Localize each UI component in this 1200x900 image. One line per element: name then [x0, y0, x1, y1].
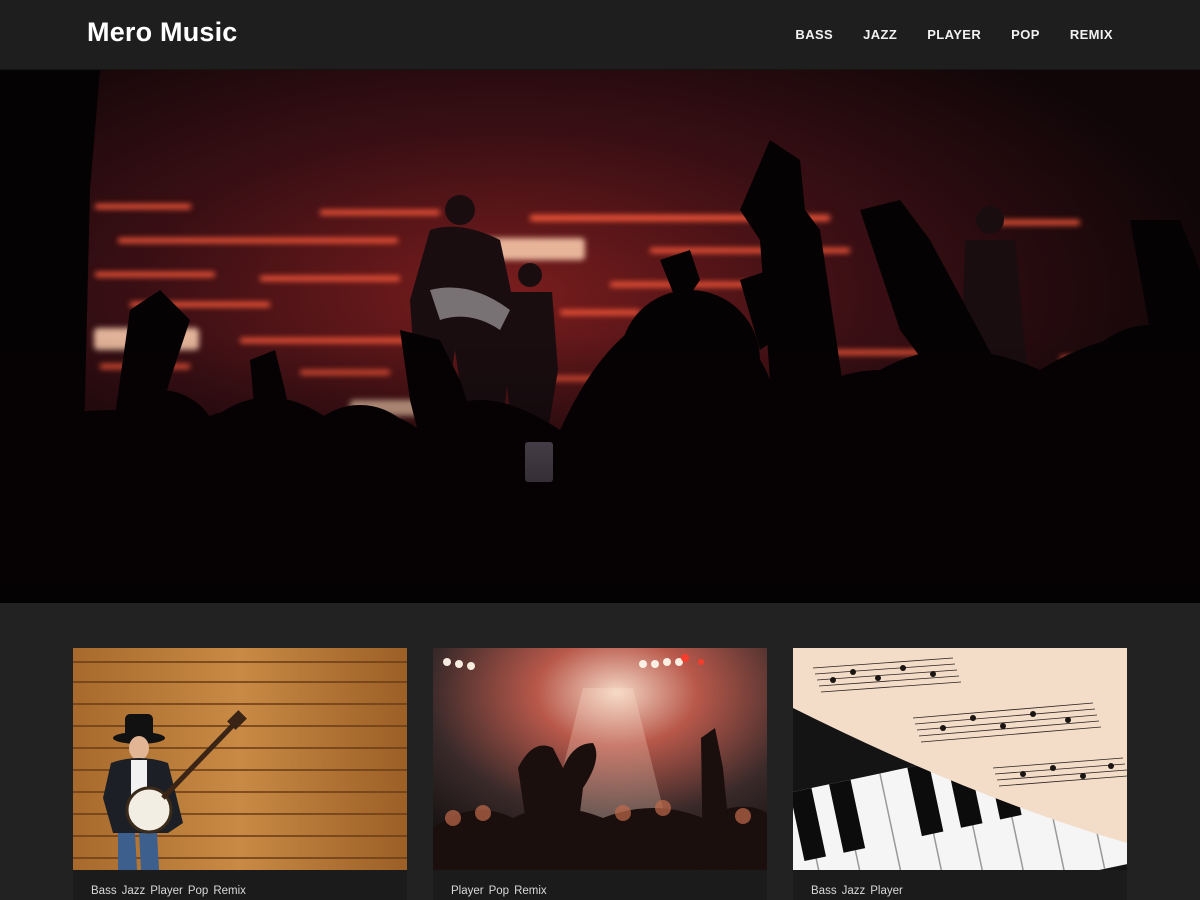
tag-link[interactable]: Pop: [188, 885, 208, 897]
concert-crowd-illustration: [0, 70, 1200, 603]
tag-link[interactable]: Bass: [91, 885, 117, 897]
tag-link[interactable]: Remix: [514, 885, 547, 897]
site-header: Mero Music BASS JAZZ PLAYER POP REMIX: [0, 0, 1200, 70]
piano-sheet-music-illustration: [793, 648, 1127, 870]
post-card-2[interactable]: Player Pop Remix: [433, 648, 767, 900]
tag-link[interactable]: Pop: [489, 885, 509, 897]
post-thumbnail[interactable]: [73, 648, 407, 870]
nav-item-bass[interactable]: BASS: [795, 27, 833, 42]
tag-link[interactable]: Player: [451, 885, 484, 897]
hero-image: [0, 70, 1200, 603]
main-nav: BASS JAZZ PLAYER POP REMIX: [795, 27, 1113, 42]
tag-link[interactable]: Jazz: [842, 885, 866, 897]
post-tags: Player Pop Remix: [451, 885, 552, 897]
banjo-player-illustration: [73, 648, 407, 870]
nav-item-remix[interactable]: REMIX: [1070, 27, 1113, 42]
post-grid: Bass Jazz Player Pop Remix Player Pop Re…: [73, 648, 1127, 900]
tag-link[interactable]: Player: [870, 885, 903, 897]
tag-link[interactable]: Player: [150, 885, 183, 897]
post-thumbnail[interactable]: [793, 648, 1127, 870]
post-tags: Bass Jazz Player: [811, 885, 908, 897]
post-thumbnail[interactable]: [433, 648, 767, 870]
tag-link[interactable]: Remix: [213, 885, 246, 897]
post-tags: Bass Jazz Player Pop Remix: [91, 885, 251, 897]
post-card-1[interactable]: Bass Jazz Player Pop Remix: [73, 648, 407, 900]
tag-link[interactable]: Bass: [811, 885, 837, 897]
tag-link[interactable]: Jazz: [122, 885, 146, 897]
nav-item-jazz[interactable]: JAZZ: [863, 27, 897, 42]
nav-item-player[interactable]: PLAYER: [927, 27, 981, 42]
post-card-3[interactable]: Bass Jazz Player: [793, 648, 1127, 900]
concert-hearts-illustration: [433, 648, 767, 870]
site-title[interactable]: Mero Music: [87, 17, 238, 48]
nav-item-pop[interactable]: POP: [1011, 27, 1040, 42]
